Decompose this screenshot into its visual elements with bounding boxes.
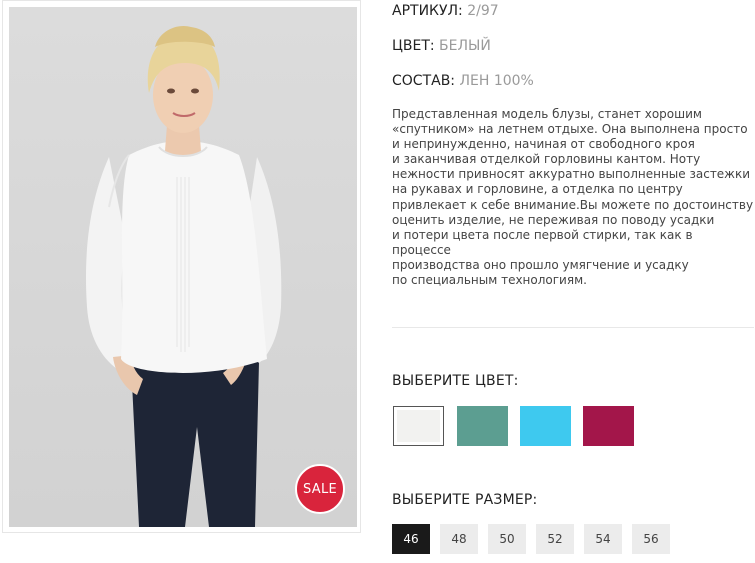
article-row: АРТИКУЛ: 2/97: [392, 3, 499, 19]
article-label: АРТИКУЛ:: [392, 3, 463, 19]
swatch-fill: [397, 410, 440, 442]
product-image-frame: SALE: [2, 0, 361, 533]
color-picker-title: ВЫБЕРИТЕ ЦВЕТ:: [392, 373, 519, 389]
model-illustration: [9, 7, 357, 527]
size-option-52[interactable]: 52: [536, 524, 574, 554]
color-value: БЕЛЫЙ: [439, 38, 491, 54]
color-row: ЦВЕТ: БЕЛЫЙ: [392, 38, 491, 54]
composition-label: СОСТАВ:: [392, 73, 456, 89]
composition-value: ЛЕН 100%: [459, 73, 534, 89]
size-option-50[interactable]: 50: [488, 524, 526, 554]
sale-badge: SALE: [295, 464, 345, 514]
size-option-48[interactable]: 48: [440, 524, 478, 554]
composition-row: СОСТАВ: ЛЕН 100%: [392, 73, 534, 89]
product-photo[interactable]: [9, 7, 357, 527]
color-swatch-teal[interactable]: [457, 406, 508, 446]
size-picker-title: ВЫБЕРИТЕ РАЗМЕР:: [392, 492, 538, 508]
swatch-fill: [457, 406, 508, 446]
article-value: 2/97: [467, 3, 499, 19]
divider: [392, 327, 754, 328]
swatch-fill: [520, 406, 571, 446]
size-option-56[interactable]: 56: [632, 524, 670, 554]
swatch-fill: [583, 406, 634, 446]
size-option-54[interactable]: 54: [584, 524, 622, 554]
color-swatch-berry[interactable]: [583, 406, 634, 446]
product-description: Представленная модель блузы, станет хоро…: [392, 107, 754, 288]
color-swatch-sky-blue[interactable]: [520, 406, 571, 446]
size-option-46[interactable]: 46: [392, 524, 430, 554]
color-label: ЦВЕТ:: [392, 38, 435, 54]
color-swatch-white[interactable]: [393, 406, 444, 446]
